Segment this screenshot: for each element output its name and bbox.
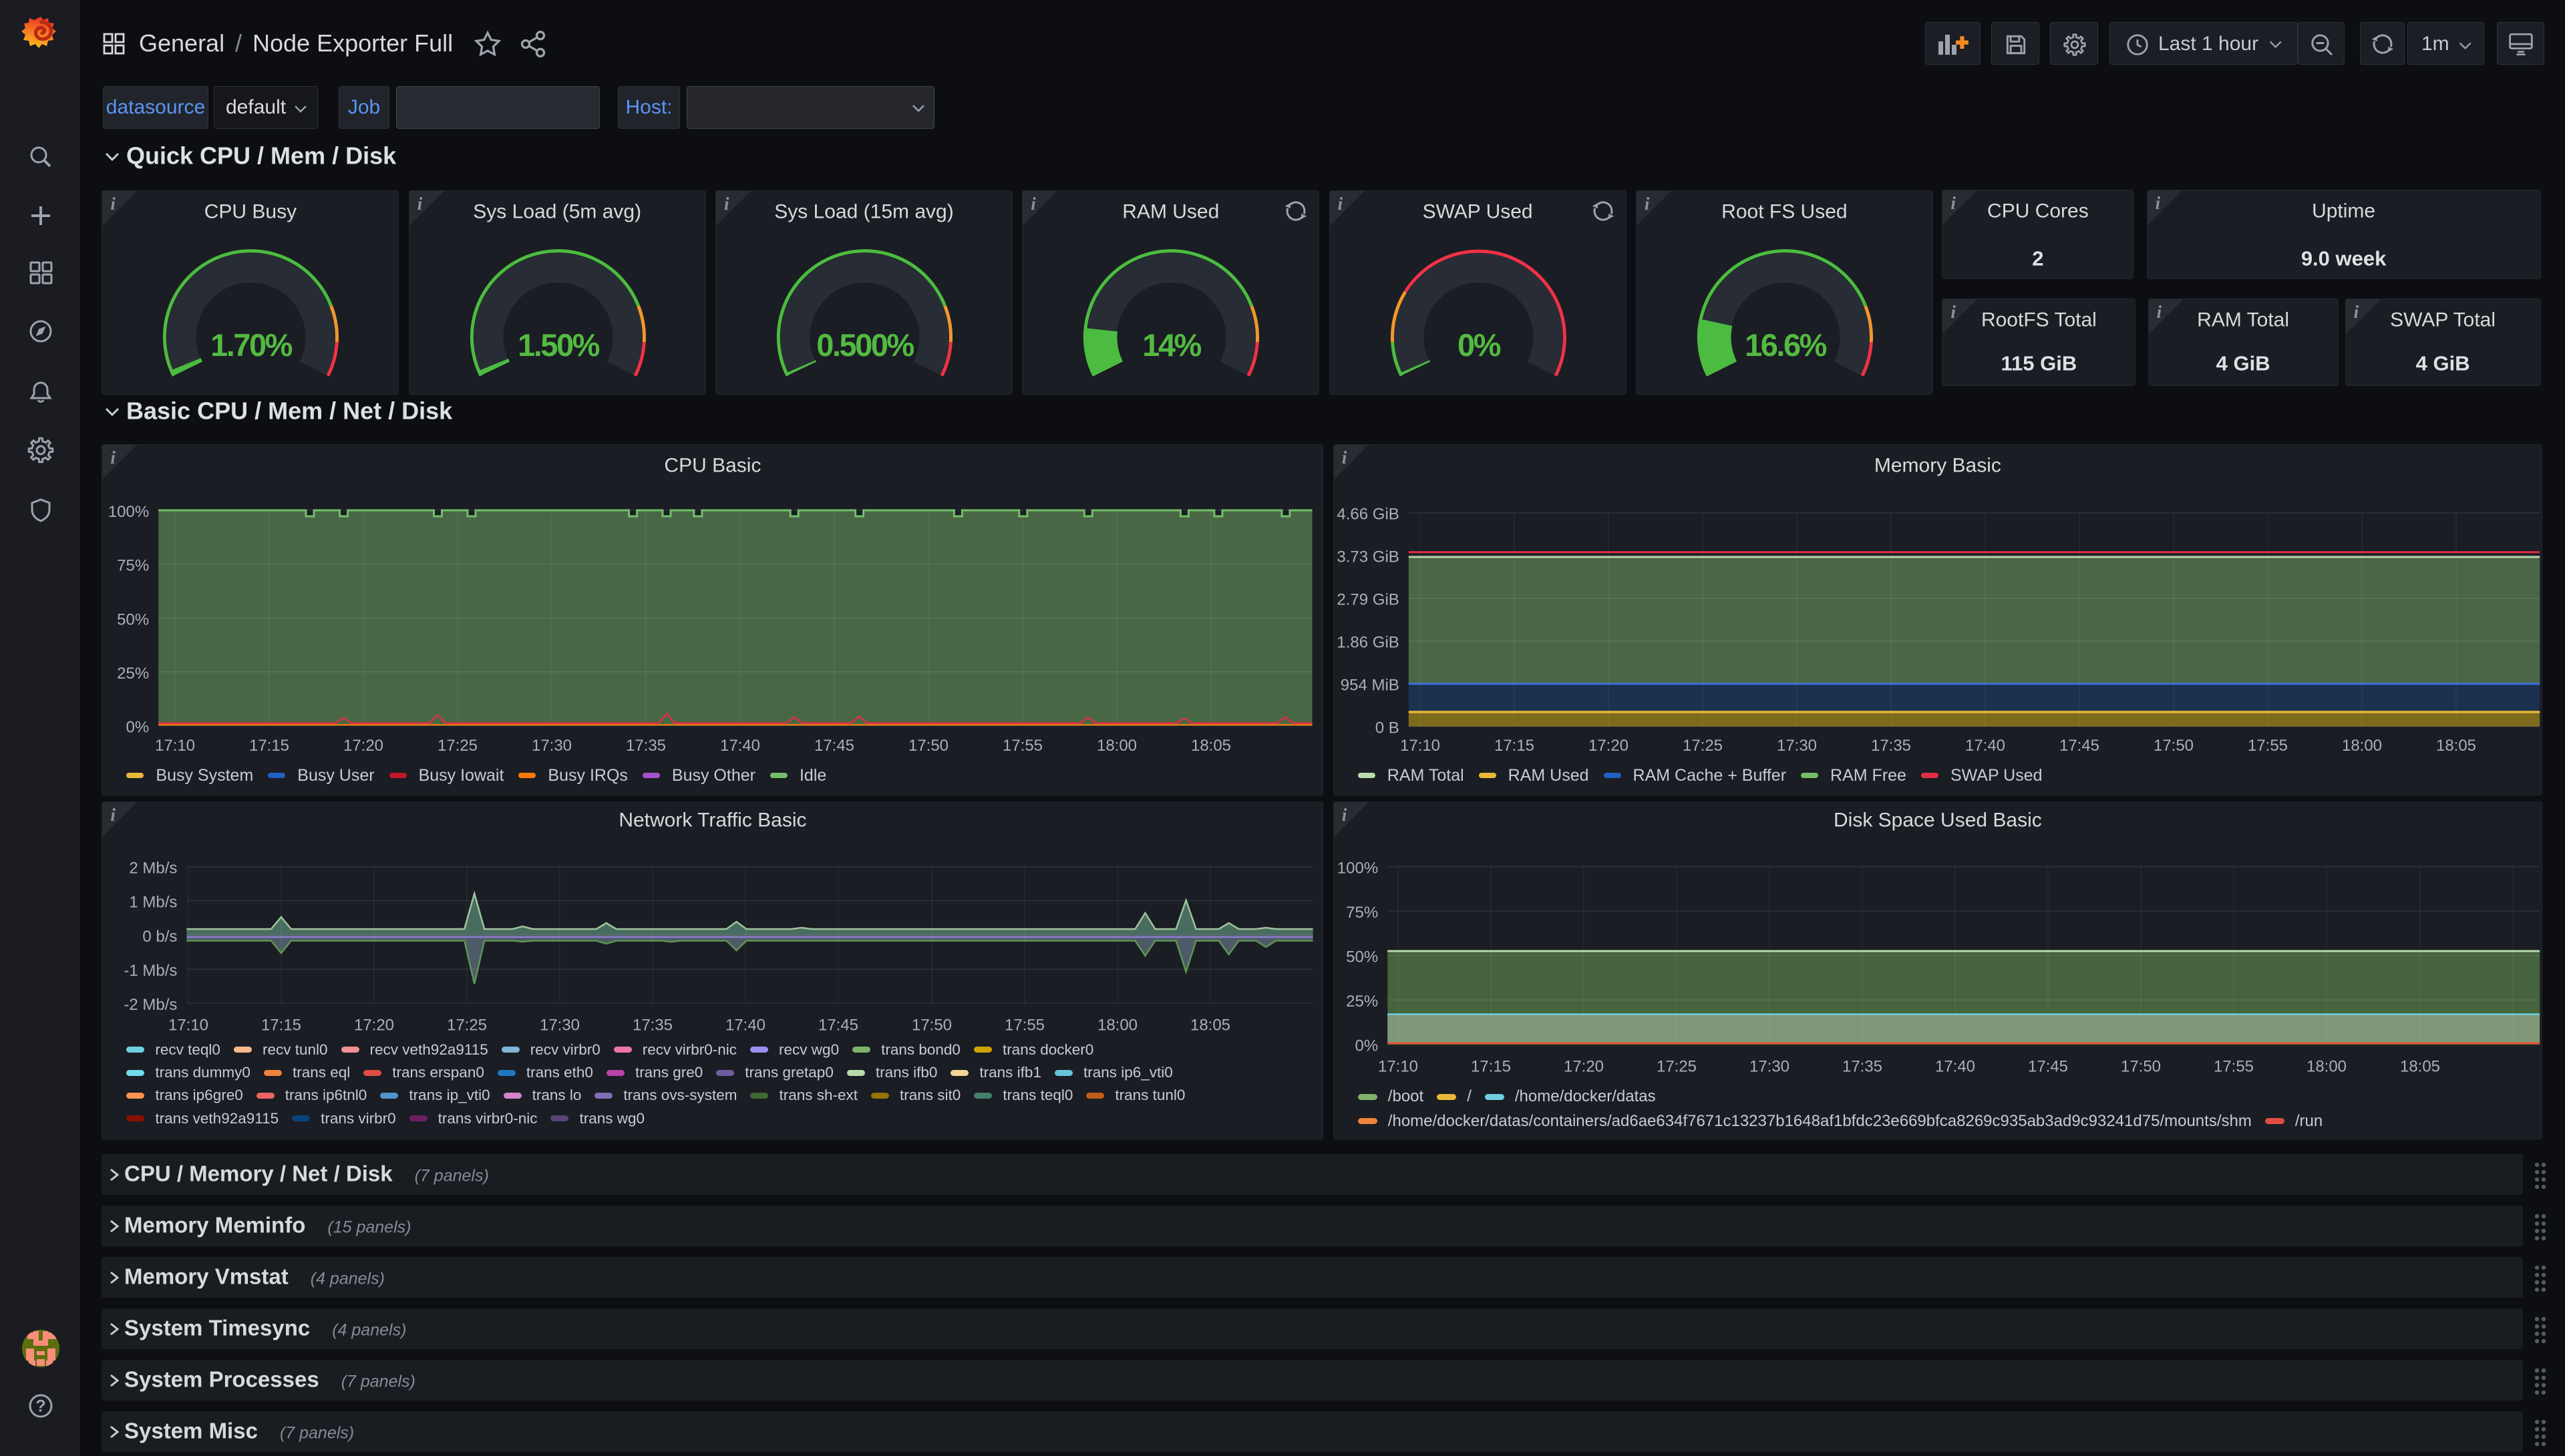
svg-text:0 B: 0 B xyxy=(1375,719,1399,737)
svg-text:18:05: 18:05 xyxy=(1190,1016,1230,1034)
svg-text:18:00: 18:00 xyxy=(1097,1016,1138,1034)
svg-text:-2 Mb/s: -2 Mb/s xyxy=(124,996,178,1014)
svg-text:17:35: 17:35 xyxy=(1871,737,1911,755)
svg-text:2 Mb/s: 2 Mb/s xyxy=(130,860,178,878)
svg-text:18:00: 18:00 xyxy=(2306,1058,2347,1076)
svg-text:17:10: 17:10 xyxy=(168,1016,208,1034)
svg-text:0%: 0% xyxy=(1458,327,1501,363)
svg-text:17:40: 17:40 xyxy=(725,1016,765,1034)
svg-text:17:25: 17:25 xyxy=(438,737,478,755)
svg-text:17:30: 17:30 xyxy=(532,737,572,755)
svg-text:?: ? xyxy=(35,1397,45,1416)
svg-text:-1 Mb/s: -1 Mb/s xyxy=(124,962,178,980)
svg-text:0%: 0% xyxy=(126,719,150,737)
svg-text:17:25: 17:25 xyxy=(447,1016,487,1034)
svg-text:17:50: 17:50 xyxy=(908,737,949,755)
svg-text:17:45: 17:45 xyxy=(814,737,854,755)
svg-text:17:15: 17:15 xyxy=(1494,737,1534,755)
svg-text:17:30: 17:30 xyxy=(540,1016,580,1034)
svg-text:17:10: 17:10 xyxy=(155,737,195,755)
svg-text:50%: 50% xyxy=(118,610,150,628)
svg-text:17:45: 17:45 xyxy=(2028,1058,2068,1076)
svg-text:18:00: 18:00 xyxy=(1097,737,1137,755)
svg-text:17:10: 17:10 xyxy=(1378,1058,1418,1076)
svg-text:100%: 100% xyxy=(108,503,149,521)
svg-text:17:35: 17:35 xyxy=(633,1016,673,1034)
svg-text:25%: 25% xyxy=(1346,992,1378,1011)
svg-text:17:50: 17:50 xyxy=(912,1016,952,1034)
svg-text:17:35: 17:35 xyxy=(1842,1058,1882,1076)
svg-text:17:20: 17:20 xyxy=(1588,737,1629,755)
svg-text:17:25: 17:25 xyxy=(1657,1058,1697,1076)
svg-text:0 b/s: 0 b/s xyxy=(143,928,178,946)
svg-text:75%: 75% xyxy=(1346,904,1378,922)
svg-text:17:55: 17:55 xyxy=(1005,1016,1045,1034)
svg-text:17:45: 17:45 xyxy=(818,1016,858,1034)
svg-text:50%: 50% xyxy=(1346,948,1378,966)
svg-text:17:20: 17:20 xyxy=(1564,1058,1604,1076)
svg-text:17:55: 17:55 xyxy=(1003,737,1043,755)
svg-text:0.500%: 0.500% xyxy=(816,327,914,363)
svg-text:18:05: 18:05 xyxy=(2400,1058,2440,1076)
svg-text:17:50: 17:50 xyxy=(2121,1058,2161,1076)
svg-text:17:55: 17:55 xyxy=(2248,737,2288,755)
svg-text:17:20: 17:20 xyxy=(343,737,383,755)
svg-text:1.50%: 1.50% xyxy=(518,327,599,363)
svg-text:954 MiB: 954 MiB xyxy=(1341,677,1399,695)
svg-text:17:30: 17:30 xyxy=(1749,1058,1789,1076)
svg-text:17:40: 17:40 xyxy=(1935,1058,1975,1076)
svg-text:18:05: 18:05 xyxy=(1191,737,1231,755)
svg-text:1.70%: 1.70% xyxy=(211,327,293,363)
svg-text:1 Mb/s: 1 Mb/s xyxy=(130,894,178,912)
svg-text:17:25: 17:25 xyxy=(1683,737,1723,755)
svg-text:17:10: 17:10 xyxy=(1400,737,1440,755)
svg-text:14%: 14% xyxy=(1143,327,1202,363)
svg-text:25%: 25% xyxy=(118,665,150,683)
svg-text:1.86 GiB: 1.86 GiB xyxy=(1337,634,1399,652)
svg-text:17:15: 17:15 xyxy=(261,1016,301,1034)
svg-text:17:50: 17:50 xyxy=(2154,737,2194,755)
svg-text:17:35: 17:35 xyxy=(626,737,666,755)
svg-text:16.6%: 16.6% xyxy=(1745,327,1826,363)
svg-text:17:30: 17:30 xyxy=(1777,737,1817,755)
svg-text:3.73 GiB: 3.73 GiB xyxy=(1337,548,1399,566)
svg-text:17:20: 17:20 xyxy=(354,1016,394,1034)
svg-text:17:45: 17:45 xyxy=(2059,737,2099,755)
svg-text:0%: 0% xyxy=(1355,1037,1378,1055)
svg-text:2.79 GiB: 2.79 GiB xyxy=(1337,591,1399,609)
svg-text:75%: 75% xyxy=(118,557,150,575)
svg-text:17:55: 17:55 xyxy=(2214,1058,2254,1076)
svg-text:4.66 GiB: 4.66 GiB xyxy=(1337,506,1399,524)
svg-text:17:40: 17:40 xyxy=(720,737,760,755)
svg-text:17:40: 17:40 xyxy=(1965,737,2005,755)
svg-text:100%: 100% xyxy=(1337,860,1378,878)
svg-text:17:15: 17:15 xyxy=(249,737,289,755)
svg-text:18:05: 18:05 xyxy=(2436,737,2476,755)
svg-text:18:00: 18:00 xyxy=(2342,737,2382,755)
svg-text:17:15: 17:15 xyxy=(1471,1058,1511,1076)
